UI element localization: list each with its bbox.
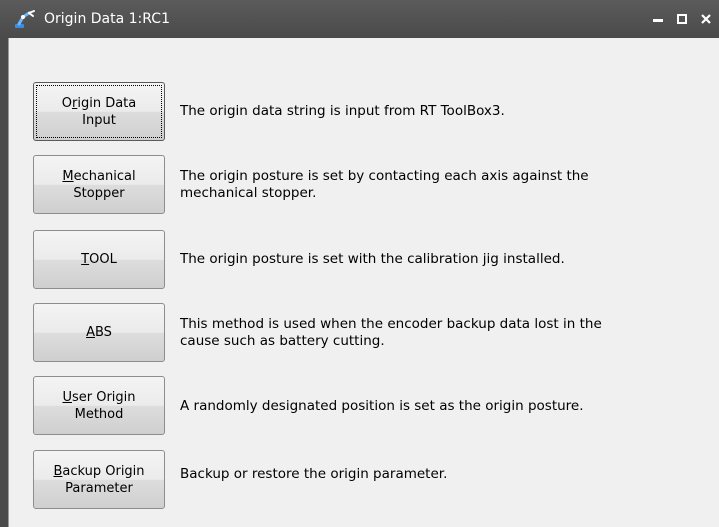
maximize-icon (677, 14, 687, 24)
user-origin-method-button[interactable]: User Origin Method (33, 376, 165, 435)
origin-data-window: Origin Data 1:RC1 Origin Data Input The … (0, 0, 719, 527)
title-bar[interactable]: Origin Data 1:RC1 (0, 0, 719, 38)
backup-origin-parameter-button[interactable]: Backup Origin Parameter (33, 450, 165, 509)
mechanical-stopper-description: The origin posture is set by contacting … (180, 168, 589, 201)
minimize-icon (653, 19, 663, 22)
tool-button[interactable]: TOOL (33, 230, 165, 289)
dialog-body: Origin Data Input The origin data string… (8, 38, 719, 527)
backup-origin-parameter-description: Backup or restore the origin parameter. (180, 466, 448, 482)
tool-description: The origin posture is set with the calib… (180, 251, 565, 267)
robot-arm-icon (15, 10, 35, 28)
window-title: Origin Data 1:RC1 (44, 11, 170, 27)
close-button[interactable] (698, 11, 714, 27)
maximize-button[interactable] (674, 11, 690, 27)
close-icon (701, 14, 711, 24)
abs-description: This method is used when the encoder bac… (180, 316, 602, 349)
user-origin-method-description: A randomly designated position is set as… (180, 398, 584, 414)
minimize-button[interactable] (650, 11, 666, 27)
mechanical-stopper-button[interactable]: Mechanical Stopper (33, 155, 165, 214)
origin-data-input-description: The origin data string is input from RT … (180, 103, 505, 119)
abs-button[interactable]: ABS (33, 303, 165, 362)
origin-data-input-button[interactable]: Origin Data Input (33, 82, 165, 141)
